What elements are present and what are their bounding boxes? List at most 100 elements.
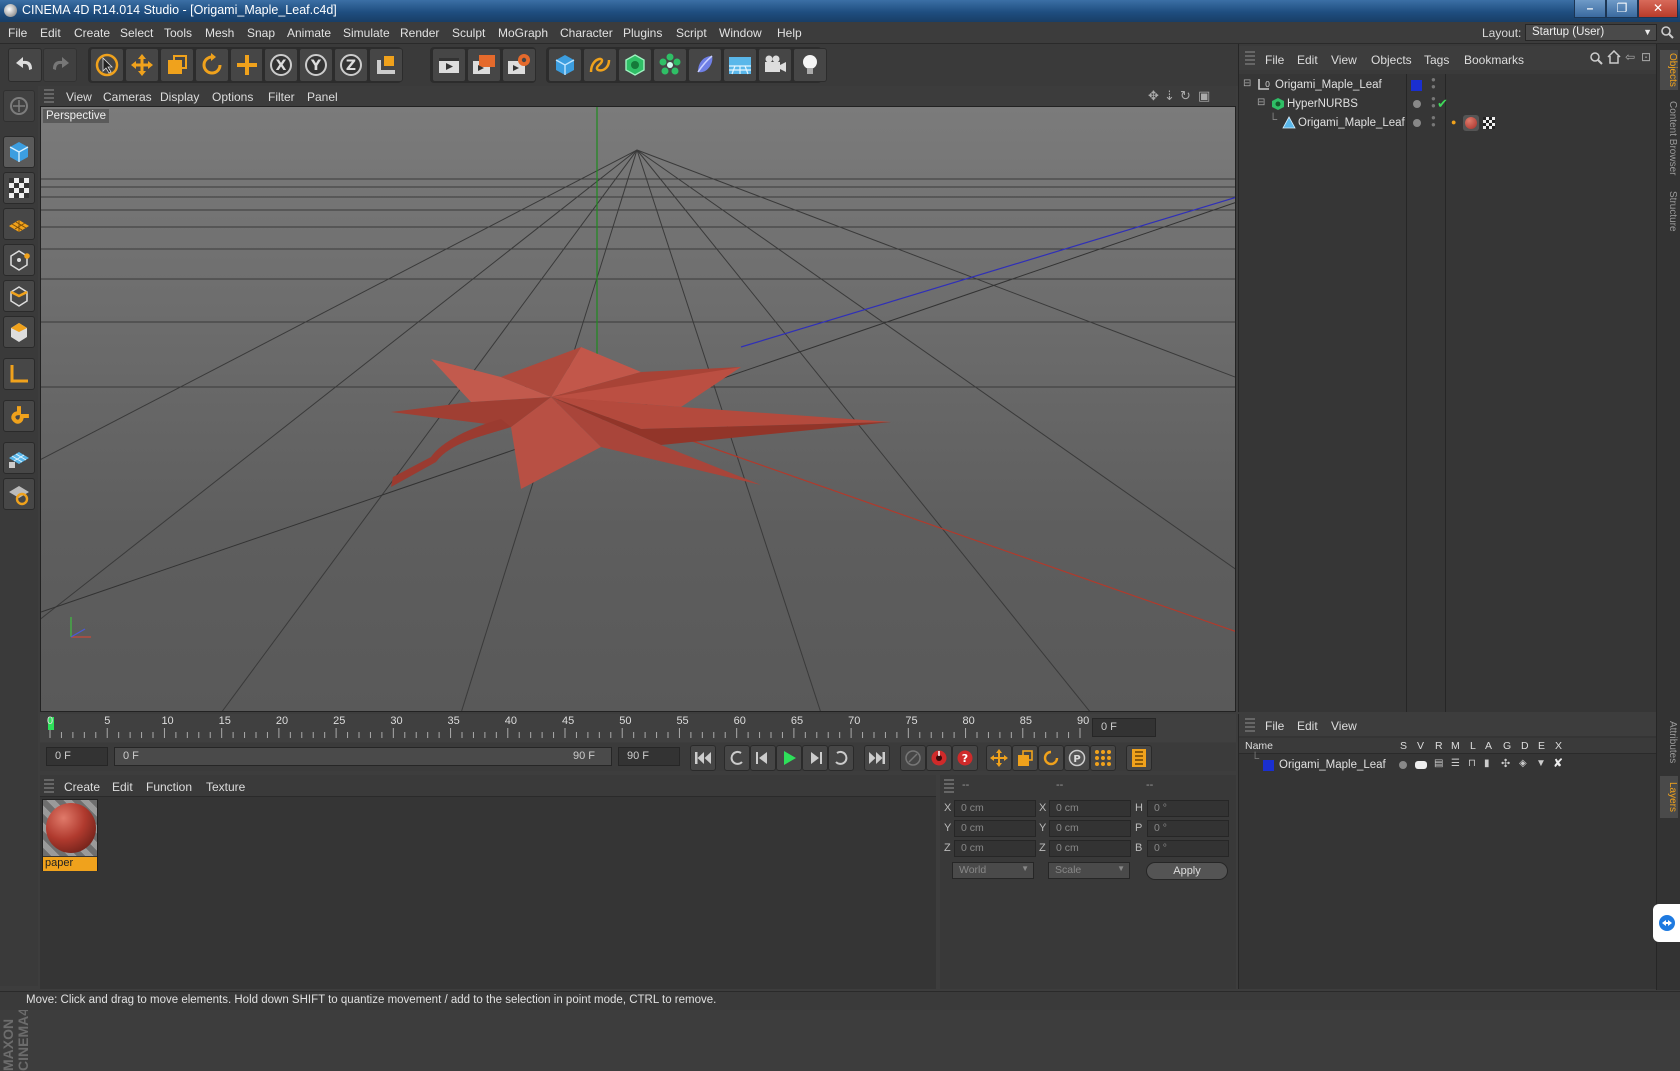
nurbs-icon[interactable] [618,48,652,82]
menu-help[interactable]: Help [777,26,802,40]
render-view-icon[interactable] [432,48,466,82]
timeline-window-icon[interactable] [1126,745,1152,771]
menu-mesh[interactable]: Mesh [205,26,234,40]
objmgr-menu-bookmarks[interactable]: Bookmarks [1464,53,1524,67]
viewport-menu-filter[interactable]: Filter [268,90,295,104]
material-menu-create[interactable]: Create [64,780,100,794]
viewport-label[interactable]: Perspective [43,109,110,123]
viewport-menu-options[interactable]: Options [212,90,253,104]
deformer-icon[interactable] [688,48,722,82]
object-row[interactable]: ⊟ HyperNURBS ● ● ✔ [1239,95,1657,115]
render-settings-icon[interactable] [502,48,536,82]
viewport-menu-cameras[interactable]: Cameras [103,90,152,104]
tab-attributes[interactable]: Attributes [1660,714,1678,770]
scale-icon[interactable] [160,48,194,82]
tab-objects[interactable]: Objects [1660,50,1678,90]
max-frame-field[interactable]: 90 F [618,747,680,766]
object-row[interactable]: ⊟ 0 Origami_Maple_Leaf ● ● [1239,76,1657,96]
visibility-dots[interactable]: ● ● [1431,95,1436,110]
material-menu-texture[interactable]: Texture [206,780,245,794]
apply-button[interactable]: Apply [1146,862,1228,880]
perspective-viewport[interactable]: Perspective [40,106,1236,712]
play-icon[interactable] [776,745,802,771]
material-tag-icon[interactable] [1463,115,1479,131]
column-xref[interactable]: X [1555,740,1562,752]
column-locked[interactable]: L [1470,740,1476,752]
solo-toggle[interactable] [1399,761,1407,769]
current-frame-field[interactable]: 0 F [46,747,108,766]
autokeying-icon[interactable] [926,745,952,771]
texture-tag-icon[interactable] [1483,117,1495,129]
z-axis-icon[interactable]: Z [334,48,368,82]
texture-mode-icon[interactable] [3,172,35,204]
objmgr-menu-tags[interactable]: Tags [1424,53,1449,67]
zoom-view-icon[interactable]: ⇣ [1164,88,1175,104]
rotate-icon[interactable] [195,48,229,82]
layer-menu-edit[interactable]: Edit [1297,719,1318,733]
visibility-dots[interactable]: ● ● [1431,76,1436,91]
make-editable-icon[interactable] [3,90,35,122]
go-to-start-icon[interactable] [690,745,716,771]
previous-key-icon[interactable] [724,745,750,771]
menu-window[interactable]: Window [719,26,762,40]
menu-snap[interactable]: Snap [247,26,275,40]
xref-toggle-icon[interactable]: ✘ [1553,756,1563,770]
column-animation[interactable]: A [1485,740,1492,752]
cube-icon[interactable] [548,48,582,82]
generator-toggle-icon[interactable]: ✣ [1501,757,1510,770]
object-name[interactable]: Origami_Maple_Leaf [1275,79,1382,91]
material-swatch-paper[interactable]: paper [42,799,98,871]
column-deformers[interactable]: D [1521,740,1529,752]
workplane-icon[interactable] [3,208,35,240]
next-key-icon[interactable] [828,745,854,771]
tab-layers[interactable]: Layers [1660,776,1678,818]
redo-icon[interactable] [43,48,77,82]
layout-select[interactable]: Startup (User) ▼ [1525,24,1657,41]
collapse-icon[interactable]: ⊟ [1257,97,1265,108]
timeline-end-field[interactable]: 0 F [1092,718,1156,737]
viewport-menu-display[interactable]: Display [160,90,199,104]
objmgr-menu-view[interactable]: View [1331,53,1357,67]
coord-size-y-field[interactable]: 0 cm [1049,820,1131,837]
deformer-toggle-icon[interactable]: ◈ [1519,758,1527,769]
key-rotation-icon[interactable] [1038,745,1064,771]
menu-simulate[interactable]: Simulate [343,26,390,40]
coord-mode-select[interactable]: World ▼ [952,862,1034,879]
objmgr-menu-objects[interactable]: Objects [1371,53,1412,67]
menu-select[interactable]: Select [120,26,153,40]
snap-grid-icon[interactable] [3,442,35,474]
menu-script[interactable]: Script [676,26,707,40]
layer-dot[interactable] [1413,100,1421,108]
live-selection-icon[interactable] [90,48,124,82]
model-mode-icon[interactable] [3,136,35,168]
coord-pos-y-field[interactable]: 0 cm [954,820,1036,837]
layer-row[interactable]: └ Origami_Maple_Leaf ▤ ☰ ⊓ ▮ ✣ ◈ ▼ ✘ [1239,753,1657,774]
back-icon[interactable]: ⇦ [1625,50,1635,64]
search-icon[interactable] [1660,25,1674,39]
coord-size-x-field[interactable]: 0 cm [1049,800,1131,817]
world-coordinates-icon[interactable] [369,48,403,82]
viewport-menu-panel[interactable]: Panel [307,90,338,104]
search-icon[interactable] [1589,51,1603,68]
menu-render[interactable]: Render [400,26,439,40]
layer-color-swatch[interactable] [1411,80,1422,91]
phong-tag-icon[interactable]: ● [1451,117,1456,127]
polygon-mode-icon[interactable] [3,316,35,348]
add-object-icon[interactable] [230,48,264,82]
coord-rot-p-field[interactable]: 0 ° [1147,820,1229,837]
edge-mode-icon[interactable] [3,280,35,312]
render-toggle-icon[interactable]: ▤ [1434,758,1443,769]
column-solo[interactable]: S [1400,740,1407,752]
column-render[interactable]: R [1435,740,1443,752]
frame-range-slider[interactable]: 0 F 90 F [114,747,612,766]
origami-maple-leaf-model[interactable] [391,347,891,489]
objmgr-menu-edit[interactable]: Edit [1297,53,1318,67]
render-picture-viewer-icon[interactable] [467,48,501,82]
move-view-icon[interactable]: ✥ [1148,88,1159,104]
environment-icon[interactable] [723,48,757,82]
spline-icon[interactable] [583,48,617,82]
next-frame-icon[interactable] [802,745,828,771]
expression-toggle-icon[interactable]: ▼ [1536,758,1546,769]
menu-file[interactable]: File [8,26,27,40]
coord-pos-x-field[interactable]: 0 cm [954,800,1036,817]
